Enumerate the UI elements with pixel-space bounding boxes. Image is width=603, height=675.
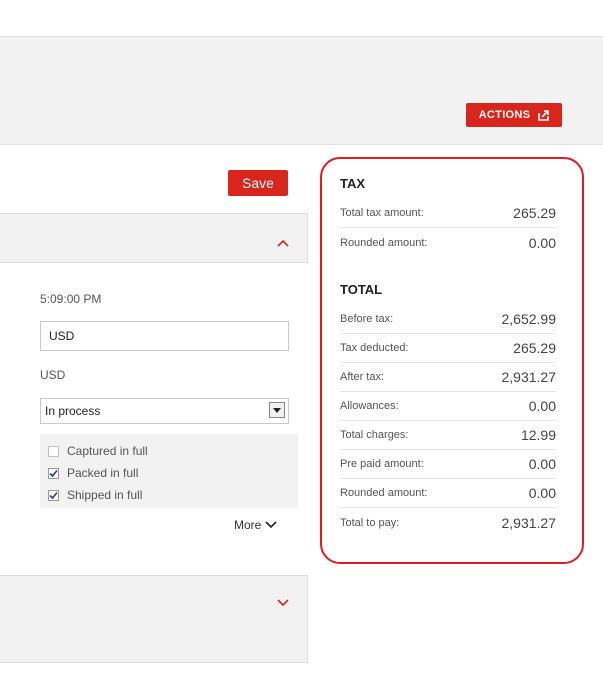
check-label: Shipped in full bbox=[67, 488, 143, 502]
summary-value: 0.00 bbox=[528, 456, 556, 472]
check-label: Packed in full bbox=[67, 466, 139, 480]
header-band bbox=[0, 36, 603, 145]
export-icon bbox=[538, 109, 550, 121]
chevron-down-icon[interactable] bbox=[277, 594, 289, 612]
summary-row: Rounded amount: 0.00 bbox=[340, 479, 556, 508]
summary-row: Total to pay: 2,931.27 bbox=[340, 508, 556, 537]
status-select[interactable]: In process bbox=[40, 398, 289, 424]
currency-input[interactable] bbox=[40, 321, 289, 351]
summary-value: 2,652.99 bbox=[501, 311, 557, 327]
check-shipped[interactable]: Shipped in full bbox=[48, 488, 142, 502]
dropdown-arrow-icon[interactable] bbox=[269, 402, 285, 418]
fulfillment-checkboxes: Captured in full Packed in full Shipped … bbox=[40, 434, 298, 508]
tax-section-title: TAX bbox=[340, 176, 366, 191]
summary-value: 2,931.27 bbox=[501, 514, 557, 531]
save-button[interactable]: Save bbox=[228, 170, 288, 196]
summary-row: Total tax amount: 265.29 bbox=[340, 199, 556, 228]
more-label: More bbox=[234, 518, 262, 532]
currency-text: USD bbox=[40, 368, 66, 382]
collapsible-section-2[interactable] bbox=[0, 575, 308, 663]
summary-label: Total tax amount: bbox=[340, 207, 424, 219]
summary-label: Pre paid amount: bbox=[340, 458, 424, 470]
summary-value: 12.99 bbox=[520, 427, 556, 443]
header-divider bbox=[0, 144, 603, 145]
summary-row: Allowances: 0.00 bbox=[340, 392, 556, 421]
chevron-down-icon bbox=[265, 518, 277, 532]
summary-label: After tax: bbox=[340, 371, 385, 383]
summary-value: 0.00 bbox=[528, 398, 556, 414]
actions-button[interactable]: ACTIONS bbox=[466, 103, 562, 127]
summary-row: Before tax: 2,652.99 bbox=[340, 305, 556, 334]
summary-label: Rounded amount: bbox=[340, 236, 428, 249]
summary-row: Pre paid amount: 0.00 bbox=[340, 450, 556, 479]
summary-row: Tax deducted: 265.29 bbox=[340, 334, 556, 363]
summary-label: Total charges: bbox=[340, 429, 409, 441]
checkbox-unchecked[interactable] bbox=[48, 445, 59, 457]
total-section-title: TOTAL bbox=[340, 282, 383, 297]
checkbox-checked[interactable] bbox=[48, 489, 59, 501]
summary-label: Tax deducted: bbox=[340, 342, 409, 354]
top-strip bbox=[0, 0, 603, 36]
summary-row: After tax: 2,931.27 bbox=[340, 363, 556, 392]
summary-value: 2,931.27 bbox=[501, 369, 557, 385]
summary-value: 265.29 bbox=[513, 340, 556, 356]
check-captured[interactable]: Captured in full bbox=[48, 444, 148, 458]
status-select-value: In process bbox=[45, 404, 101, 418]
check-label: Captured in full bbox=[67, 444, 148, 458]
summary-label: Allowances: bbox=[340, 400, 399, 412]
time-value: 5:09:00 PM bbox=[40, 292, 102, 306]
summary-label: Total to pay: bbox=[340, 516, 400, 529]
chevron-up-icon[interactable] bbox=[277, 234, 289, 252]
summary-value: 0.00 bbox=[528, 485, 556, 501]
more-link[interactable]: More bbox=[234, 518, 277, 532]
totals-summary-panel: TAX Total tax amount: 265.29 Rounded amo… bbox=[320, 157, 584, 564]
summary-label: Before tax: bbox=[340, 313, 394, 325]
summary-row: Total charges: 12.99 bbox=[340, 421, 556, 450]
summary-value: 265.29 bbox=[513, 205, 556, 221]
collapsible-section-header[interactable] bbox=[0, 213, 308, 263]
checkbox-checked[interactable] bbox=[48, 467, 59, 479]
summary-row: Rounded amount: 0.00 bbox=[340, 228, 556, 257]
actions-label: ACTIONS bbox=[478, 109, 531, 121]
summary-value: 0.00 bbox=[528, 234, 556, 251]
check-packed[interactable]: Packed in full bbox=[48, 466, 138, 480]
summary-label: Rounded amount: bbox=[340, 487, 428, 499]
